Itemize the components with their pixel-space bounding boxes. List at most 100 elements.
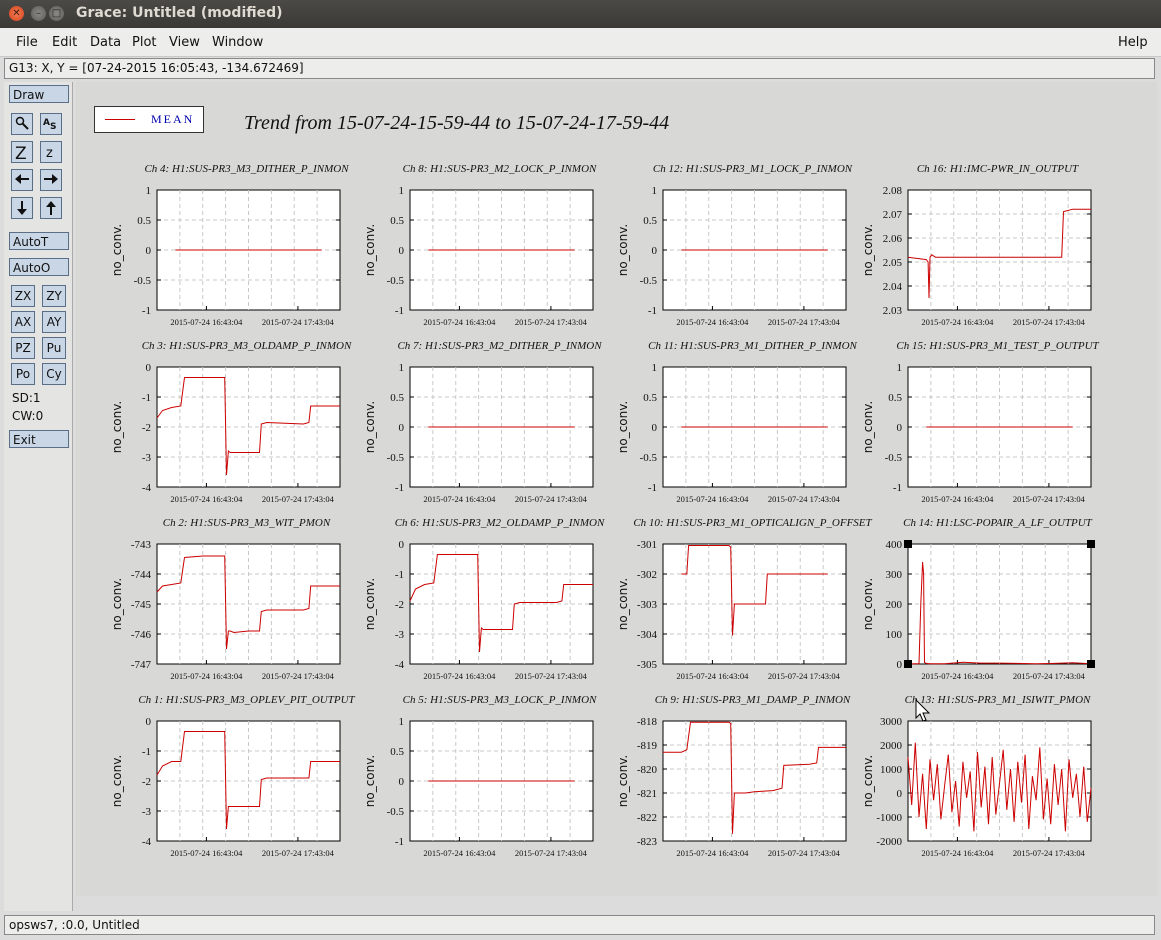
y-tick-label: -743 bbox=[131, 539, 152, 551]
y-tick-label: -820 bbox=[637, 764, 658, 776]
maximize-window-button[interactable]: □ bbox=[49, 6, 64, 21]
svg-text:A: A bbox=[43, 118, 50, 128]
graph-11[interactable]: Ch 10: H1:SUS-PR3_M1_OPTICALIGN_P_OFFSET… bbox=[616, 517, 873, 681]
graph-title: Ch 12: H1:SUS-PR3_M1_LOCK_P_INMON bbox=[653, 163, 853, 175]
y-tick-label: 1000 bbox=[880, 764, 903, 776]
exit-button[interactable]: Exit bbox=[9, 430, 69, 448]
y-tick-label: 0 bbox=[652, 245, 658, 257]
graph-4[interactable]: Ch 16: H1:IMC-PWR_IN_OUTPUT 2.03 2.04 2.05 2… bbox=[861, 163, 1092, 327]
x-tick-label: 2015-07-24 17:43:04 bbox=[262, 317, 335, 327]
y-tick-label: -0.5 bbox=[640, 275, 658, 287]
minimize-window-button[interactable]: – bbox=[31, 6, 46, 21]
graph-title: Ch 3: H1:SUS-PR3_M3_OLDAMP_P_INMON bbox=[142, 340, 352, 352]
autot-button[interactable]: AutoT bbox=[9, 232, 69, 250]
y-tick-label: -0.5 bbox=[387, 806, 405, 818]
graph-7[interactable]: Ch 11: H1:SUS-PR3_M1_DITHER_P_INMON -1 -0.… bbox=[616, 340, 858, 504]
y-tick-label: -2000 bbox=[876, 836, 902, 848]
zoom-icon[interactable] bbox=[11, 113, 33, 135]
y-axis-label: no_conv. bbox=[861, 401, 875, 453]
y-tick-label: -4 bbox=[142, 482, 152, 494]
y-tick-label: 0.5 bbox=[390, 746, 404, 758]
y-tick-label: -0.5 bbox=[387, 452, 405, 464]
po-button[interactable]: Po bbox=[11, 363, 35, 385]
graph-title: Ch 7: H1:SUS-PR3_M2_DITHER_P_INMON bbox=[397, 340, 602, 352]
graph-title: Ch 5: H1:SUS-PR3_M3_LOCK_P_INMON bbox=[403, 694, 597, 706]
y-axis-label: no_conv. bbox=[110, 224, 124, 276]
menu-file[interactable]: File bbox=[16, 35, 38, 50]
graph-12[interactable]: Ch 14: H1:LSC-POPAIR_A_LF_OUTPUT 0 100 200 3… bbox=[861, 517, 1095, 681]
close-window-button[interactable]: ✕ bbox=[9, 6, 24, 21]
menu-help[interactable]: Help bbox=[1118, 35, 1148, 50]
y-tick-label: -2 bbox=[142, 422, 151, 434]
ay-button[interactable]: AY bbox=[42, 311, 66, 333]
zy-button[interactable]: ZY bbox=[42, 285, 66, 307]
graph-2[interactable]: Ch 8: H1:SUS-PR3_M2_LOCK_P_INMON -1 -0.5 0 0… bbox=[363, 163, 597, 327]
graph-16[interactable]: Ch 13: H1:SUS-PR3_M1_ISIWIT_PMON -2000 -10… bbox=[861, 694, 1092, 858]
x-tick-label: 2015-07-24 17:43:04 bbox=[768, 671, 841, 681]
graph-13[interactable]: Ch 1: H1:SUS-PR3_M3_OPLEV_PIT_OUTPUT -4 -3… bbox=[110, 694, 356, 858]
y-tick-label: 0.5 bbox=[390, 392, 404, 404]
selection-handle[interactable] bbox=[1087, 660, 1095, 668]
graph-title: Ch 6: H1:SUS-PR3_M2_OLDAMP_P_INMON bbox=[395, 517, 605, 529]
graph-3[interactable]: Ch 12: H1:SUS-PR3_M1_LOCK_P_INMON -1 -0.5 0… bbox=[616, 163, 853, 327]
y-tick-label: -1 bbox=[395, 482, 404, 494]
y-tick-label: -3 bbox=[395, 629, 405, 641]
y-tick-label: -304 bbox=[637, 629, 658, 641]
graph-title: Ch 15: H1:SUS-PR3_M1_TEST_P_OUTPUT bbox=[896, 340, 1099, 352]
zoom-in-icon[interactable]: Z bbox=[11, 141, 33, 163]
y-tick-label: 0 bbox=[897, 659, 903, 671]
x-tick-label: 2015-07-24 17:43:04 bbox=[1013, 317, 1086, 327]
y-tick-label: -1 bbox=[648, 305, 657, 317]
graph-10[interactable]: Ch 6: H1:SUS-PR3_M2_OLDAMP_P_INMON -4 -3 -2… bbox=[363, 517, 605, 681]
y-tick-label: 1 bbox=[897, 362, 903, 374]
y-tick-label: 1 bbox=[399, 716, 405, 728]
menubar: File Edit Data Plot View Window Help bbox=[0, 28, 1161, 57]
scroll-up-icon[interactable] bbox=[40, 197, 62, 219]
scroll-down-icon[interactable] bbox=[11, 197, 33, 219]
y-tick-label: -1 bbox=[142, 746, 151, 758]
y-tick-label: 2.06 bbox=[883, 233, 903, 245]
y-tick-label: -744 bbox=[131, 569, 152, 581]
autoo-button[interactable]: AutoO bbox=[9, 258, 69, 276]
graph-6[interactable]: Ch 7: H1:SUS-PR3_M2_DITHER_P_INMON -1 -0.5… bbox=[363, 340, 602, 504]
graph-8[interactable]: Ch 15: H1:SUS-PR3_M1_TEST_P_OUTPUT -1 -0.5… bbox=[861, 340, 1100, 504]
graph-14[interactable]: Ch 5: H1:SUS-PR3_M3_LOCK_P_INMON -1 -0.5 0 0… bbox=[363, 694, 597, 858]
autoscale-text-icon[interactable]: AS bbox=[40, 113, 62, 135]
pu-button[interactable]: Pu bbox=[42, 337, 66, 359]
graph-5[interactable]: Ch 3: H1:SUS-PR3_M3_OLDAMP_P_INMON -4 -3 -2… bbox=[110, 340, 352, 504]
graph-9[interactable]: Ch 2: H1:SUS-PR3_M3_WIT_PMON -747 -746 -745… bbox=[110, 517, 341, 681]
x-tick-label: 2015-07-24 17:43:04 bbox=[768, 494, 841, 504]
menu-edit[interactable]: Edit bbox=[52, 35, 77, 50]
y-tick-label: 2.07 bbox=[883, 209, 903, 221]
x-tick-label: 2015-07-24 17:43:04 bbox=[768, 317, 841, 327]
scroll-left-icon[interactable] bbox=[11, 169, 33, 191]
graphs-svg[interactable]: Ch 4: H1:SUS-PR3_M3_DITHER_P_INMON -1 -0.5… bbox=[76, 82, 1157, 896]
graph-15[interactable]: Ch 9: H1:SUS-PR3_M1_DAMP_P_INMON -823 -822… bbox=[616, 694, 851, 858]
window-title: Grace: Untitled (modified) bbox=[76, 5, 283, 21]
y-tick-label: -823 bbox=[637, 836, 658, 848]
zoom-out-icon[interactable]: z bbox=[40, 141, 62, 163]
x-tick-label: 2015-07-24 16:43:04 bbox=[170, 494, 243, 504]
graph-title: Ch 9: H1:SUS-PR3_M1_DAMP_P_INMON bbox=[655, 694, 851, 706]
x-tick-label: 2015-07-24 16:43:04 bbox=[921, 494, 994, 504]
menu-data[interactable]: Data bbox=[90, 35, 121, 50]
y-tick-label: 0 bbox=[399, 776, 405, 788]
menu-window[interactable]: Window bbox=[212, 35, 263, 50]
cy-button[interactable]: Cy bbox=[42, 363, 66, 385]
y-tick-label: -1000 bbox=[876, 812, 902, 824]
selection-handle[interactable] bbox=[904, 660, 912, 668]
y-tick-label: -1 bbox=[142, 305, 151, 317]
graph-1[interactable]: Ch 4: H1:SUS-PR3_M3_DITHER_P_INMON -1 -0.5… bbox=[110, 163, 349, 327]
scroll-right-icon[interactable] bbox=[40, 169, 62, 191]
menu-plot[interactable]: Plot bbox=[132, 35, 157, 50]
selection-handle[interactable] bbox=[904, 540, 912, 548]
ax-button[interactable]: AX bbox=[11, 311, 35, 333]
graph-title: Ch 2: H1:SUS-PR3_M3_WIT_PMON bbox=[163, 517, 331, 529]
menu-view[interactable]: View bbox=[169, 35, 200, 50]
pz-button[interactable]: PZ bbox=[11, 337, 35, 359]
zx-button[interactable]: ZX bbox=[11, 285, 35, 307]
selection-handle[interactable] bbox=[1087, 540, 1095, 548]
draw-button[interactable]: Draw bbox=[9, 85, 69, 103]
y-tick-label: -3 bbox=[142, 452, 152, 464]
plot-canvas[interactable]: MEAN Trend from 15-07-24-15-59-44 to 15-… bbox=[76, 82, 1157, 896]
